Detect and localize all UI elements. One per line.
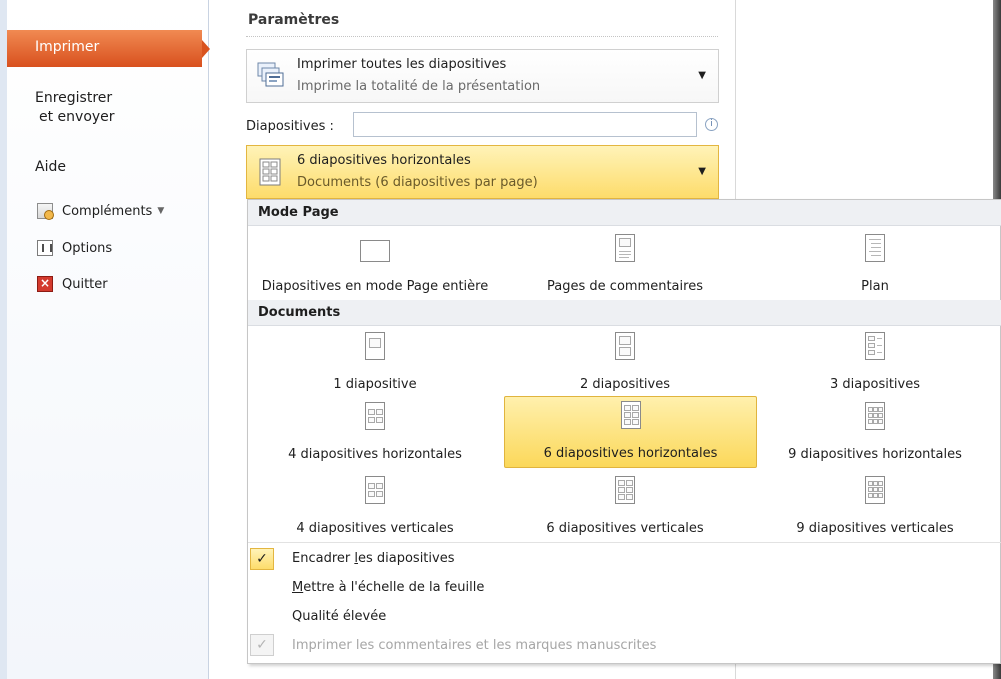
nav-strip: [0, 0, 7, 679]
layout-option-label: 1 diapositive: [333, 377, 417, 392]
layout-option-notes-pages[interactable]: Pages de commentaires: [500, 230, 750, 300]
layout-description: Documents (6 diapositives par page): [297, 175, 538, 190]
nav-item-print[interactable]: Imprimer: [7, 30, 210, 67]
nav-item-print-label: Imprimer: [35, 39, 100, 55]
layout-option-label: 9 diapositives horizontales: [788, 447, 962, 462]
nav-item-quit[interactable]: × Quitter: [37, 274, 108, 294]
layout-option-6-horizontal[interactable]: 6 diapositives horizontales: [504, 396, 757, 468]
layout-option-label: 9 diapositives verticales: [796, 521, 954, 536]
settings-divider: [246, 36, 718, 37]
notes-page-icon: [615, 234, 635, 262]
nav-item-save-send-line1: Enregistrer: [35, 90, 113, 106]
layout-option-4-horizontal[interactable]: 4 diapositives horizontales: [250, 398, 500, 468]
close-icon: ×: [37, 276, 53, 292]
two-slides-icon: [615, 332, 635, 360]
layout-combo[interactable]: 6 diapositives horizontales Documents (6…: [246, 145, 719, 199]
layout-option-label: 6 diapositives verticales: [546, 521, 704, 536]
check-icon: ✓: [250, 548, 274, 570]
nav-item-addins-label: Compléments: [62, 203, 153, 219]
nav-item-options-label: Options: [62, 240, 113, 256]
four-slides-horizontal-icon: [365, 402, 385, 430]
one-slide-icon: [365, 332, 385, 360]
nav-item-options[interactable]: Options: [37, 238, 112, 258]
chevron-down-icon: ▼: [698, 166, 706, 177]
scale-text: ettre à l'échelle de la feuille: [303, 580, 485, 595]
six-slides-layout-icon: [259, 158, 281, 186]
three-slides-icon: [865, 332, 885, 360]
nav-item-addins[interactable]: Compléments ▼: [37, 201, 164, 221]
layout-title: 6 diapositives horizontales: [297, 153, 471, 168]
chevron-down-icon: ▼: [157, 206, 165, 216]
nav-item-help[interactable]: Aide: [35, 159, 66, 175]
layout-option-full-page[interactable]: Diapositives en mode Page entière: [250, 230, 500, 300]
scale-to-fit-option[interactable]: Mettre à l'échelle de la feuille: [292, 580, 484, 595]
six-slides-horizontal-icon: [620, 401, 641, 429]
addins-icon: [37, 203, 54, 220]
layout-option-label: Pages de commentaires: [547, 279, 703, 294]
print-range-description: Imprime la totalité de la présentation: [297, 79, 541, 94]
layout-option-label: 6 diapositives horizontales: [543, 446, 718, 461]
slides-input[interactable]: [353, 112, 697, 137]
info-icon[interactable]: i: [705, 118, 718, 131]
layout-option-9-horizontal[interactable]: 9 diapositives horizontales: [750, 398, 1000, 468]
options-separator: [248, 542, 1001, 543]
layout-option-label: Plan: [861, 279, 889, 294]
group-header-page-mode: Mode Page: [248, 200, 1001, 226]
outline-icon: [865, 234, 885, 262]
frame-slides-option[interactable]: Encadrer les diapositives: [292, 551, 454, 566]
layout-option-3-slides[interactable]: 3 diapositives: [750, 328, 1000, 398]
layout-option-label: 4 diapositives verticales: [296, 521, 454, 536]
scale-accesskey: M: [292, 580, 304, 595]
print-range-title: Imprimer toutes les diapositives: [297, 57, 507, 72]
layout-option-label: 3 diapositives: [830, 377, 920, 392]
layout-dropdown: Mode Page Diapositives en mode Page enti…: [247, 199, 1001, 664]
backstage-nav: Imprimer Enregistrer et envoyer Aide Com…: [0, 0, 210, 679]
nine-slides-vertical-icon: [865, 476, 885, 504]
slides-label: Diapositives :: [246, 119, 334, 134]
layout-option-9-vertical[interactable]: 9 diapositives verticales: [750, 472, 1000, 542]
layout-option-label: 4 diapositives horizontales: [288, 447, 462, 462]
frame-slides-text: Encadrer: [292, 551, 355, 566]
options-icon: [37, 240, 53, 256]
layout-option-1-slide[interactable]: 1 diapositive: [250, 328, 500, 398]
check-icon: ✓: [250, 634, 274, 656]
four-slides-vertical-icon: [365, 476, 385, 504]
nav-item-save-send-line2: et envoyer: [39, 109, 115, 125]
layout-option-2-slides[interactable]: 2 diapositives: [500, 328, 750, 398]
six-slides-vertical-icon: [615, 476, 635, 504]
print-range-combo[interactable]: Imprimer toutes les diapositives Imprime…: [246, 49, 719, 103]
layout-option-label: 2 diapositives: [580, 377, 670, 392]
full-page-slide-icon: [360, 240, 390, 262]
print-comments-option: Imprimer les commentaires et les marques…: [292, 638, 657, 653]
layout-option-4-vertical[interactable]: 4 diapositives verticales: [250, 472, 500, 542]
nav-item-save-send[interactable]: Enregistrer et envoyer: [35, 90, 115, 125]
layout-option-outline[interactable]: Plan: [750, 230, 1000, 300]
print-all-slides-icon: [257, 62, 284, 87]
chevron-down-icon: ▼: [698, 70, 706, 81]
layout-option-label: Diapositives en mode Page entière: [261, 279, 489, 294]
frame-slides-text-end: es diapositives: [357, 551, 455, 566]
settings-title: Paramètres: [248, 12, 340, 28]
layout-option-6-vertical[interactable]: 6 diapositives verticales: [500, 472, 750, 542]
nav-item-quit-label: Quitter: [62, 276, 108, 292]
nine-slides-horizontal-icon: [865, 402, 885, 430]
group-header-documents: Documents: [248, 300, 1001, 326]
high-quality-option[interactable]: Qualité élevée: [292, 609, 386, 624]
